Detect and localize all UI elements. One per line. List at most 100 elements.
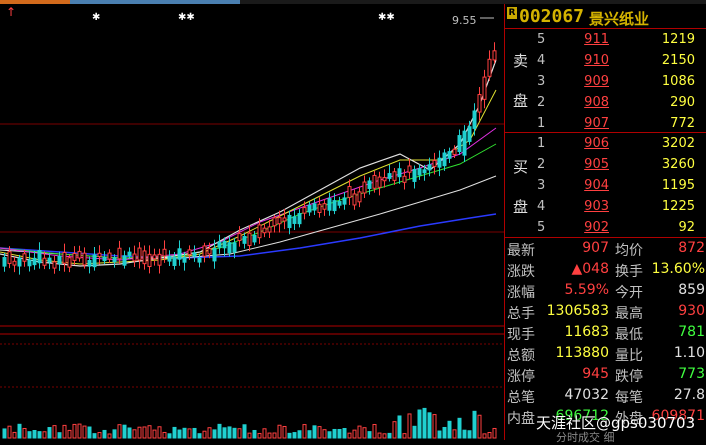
volume-bar (177, 429, 182, 439)
stock-code[interactable]: 002067 (519, 6, 584, 27)
volume: 2150 (661, 53, 695, 68)
volume-bar (112, 429, 117, 439)
candle-body (52, 261, 57, 269)
volume-bar (382, 433, 387, 439)
candle-body (47, 257, 52, 263)
volume-bar (67, 429, 72, 439)
stat-label: 现手 (507, 327, 535, 343)
candle-body (377, 176, 382, 188)
volume-bar (57, 432, 62, 439)
level: 5 (537, 32, 546, 47)
candle-body (162, 248, 167, 257)
candle-body (332, 200, 337, 212)
volume-bar (27, 431, 32, 439)
stat-label: 最新 (507, 243, 535, 259)
candle-body (337, 201, 342, 206)
buy-row[interactable]: 1 906 3202 (505, 136, 706, 156)
volume-bar (262, 428, 267, 439)
stat-label: 总额 (507, 348, 535, 364)
price: 903 (584, 199, 609, 214)
candle-body (367, 180, 372, 189)
footer-tabs[interactable]: 分时成交 细 (556, 429, 615, 445)
stat-label: 均价 (615, 243, 643, 259)
volume-bar (307, 430, 312, 439)
candle-body (412, 169, 417, 182)
stock-name[interactable]: 景兴纸业 (589, 8, 649, 29)
marker-2: ✱✱ (178, 12, 195, 23)
candle-body (197, 257, 202, 263)
stat-label: 涨跌 (507, 264, 535, 280)
candle-body (7, 251, 12, 264)
volume-bar (292, 432, 297, 439)
candle-body (437, 157, 442, 168)
sell-row[interactable]: 1 907 772 (505, 116, 706, 136)
candle-body (67, 257, 72, 268)
candle-body (227, 242, 232, 254)
volume-bar (302, 424, 307, 439)
candle-body (182, 256, 187, 263)
volume-bar (237, 428, 242, 439)
candle-body (42, 257, 47, 266)
candle-body (307, 204, 312, 213)
stat-value: 5.59% (564, 282, 609, 298)
stat-value: 27.8 (673, 387, 705, 403)
level: 3 (537, 178, 546, 193)
buy-row[interactable]: 4 903 1225 (505, 199, 706, 219)
volume: 1219 (661, 32, 695, 47)
buy-row[interactable]: 2 905 3260 (505, 157, 706, 177)
candle-body (372, 174, 377, 189)
volume-bar (22, 427, 27, 439)
volume-bar (267, 432, 272, 439)
volume-bar (457, 417, 462, 439)
volume-bar (272, 432, 277, 439)
sell-row[interactable]: 3 909 1086 (505, 74, 706, 94)
volume-bar (422, 407, 427, 439)
volume-bar (432, 414, 437, 439)
volume-bar (192, 427, 197, 439)
volume-bar (352, 429, 357, 439)
stat-label: 内盘 (507, 411, 535, 427)
stat-value: 13.60% (651, 261, 705, 277)
level: 3 (537, 74, 546, 89)
candle-body (27, 259, 32, 267)
candle-body (257, 224, 262, 239)
stat-row: 涨幅 5.59% 今开 859 (505, 282, 706, 303)
volume-bar (367, 431, 372, 439)
volume-bar (187, 428, 192, 439)
candle-body (432, 159, 437, 167)
candle-body (107, 252, 112, 260)
volume-bar (412, 425, 417, 439)
price: 910 (584, 53, 609, 68)
candle-body (397, 168, 402, 178)
candle-body (57, 255, 62, 264)
volume-bar (77, 423, 82, 439)
volume-bar (472, 410, 477, 439)
volume-bar (442, 426, 447, 439)
kline-chart[interactable]: ↑ ✱ ✱✱ ✱✱ 9.55 (0, 4, 504, 440)
sell-row[interactable]: 5 911 1219 (505, 32, 706, 52)
volume-bar (32, 429, 37, 439)
volume-bar (437, 430, 442, 439)
sell-row[interactable]: 4 910 2150 (505, 53, 706, 73)
volume-bar (147, 425, 152, 439)
volume-bar (142, 426, 147, 439)
volume-bar (227, 426, 232, 439)
candle-body (17, 257, 22, 267)
stat-value: 781 (678, 324, 705, 340)
stat-value: 945 (582, 366, 609, 382)
buy-row[interactable]: 3 904 1195 (505, 178, 706, 198)
volume-bar (287, 432, 292, 439)
sell-row[interactable]: 2 908 290 (505, 95, 706, 115)
level: 2 (537, 157, 546, 172)
volume-bar (257, 432, 262, 439)
candle-body (477, 94, 482, 113)
price: 904 (584, 178, 609, 193)
candle-body (402, 175, 407, 183)
candle-body (32, 257, 37, 266)
candle-body (212, 247, 217, 262)
candle-body (122, 255, 127, 266)
price: 909 (584, 74, 609, 89)
price: 902 (584, 220, 609, 235)
candle-body (467, 126, 472, 142)
stat-value: 1306583 (546, 303, 609, 319)
